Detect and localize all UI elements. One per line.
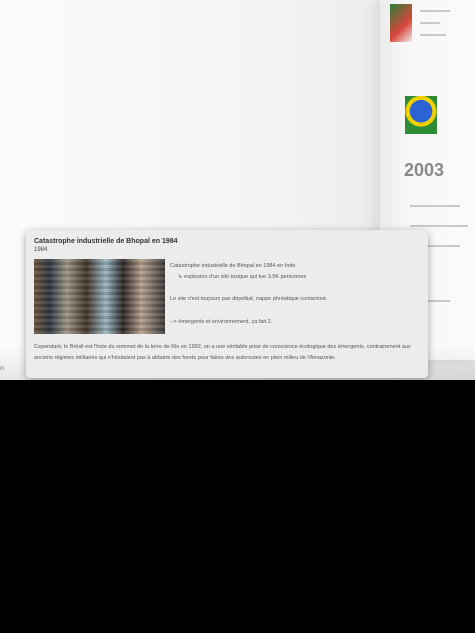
- card-line-3: Le site n'est toujours pas dépollué, nap…: [170, 296, 328, 302]
- background-text-line: [420, 22, 440, 24]
- background-year: 2003: [404, 160, 445, 180]
- left-edge-label: III: [0, 366, 5, 372]
- card-title: Catastrophe industrielle de Bhopal en 19…: [34, 238, 178, 245]
- card-line-1: Catastrophe industrielle de Bhopal en 19…: [170, 263, 297, 269]
- bhopal-photo: [34, 259, 165, 334]
- card-line-2: ↳ explosion d'un silo toxique qui tue 3.…: [178, 274, 307, 280]
- background-text-line: [410, 225, 468, 227]
- background-logo: [405, 96, 437, 134]
- card-year: 1984: [34, 247, 48, 253]
- card-line-4: --> émergents et environnement, ça fait …: [170, 319, 273, 325]
- preview-card[interactable]: Catastrophe industrielle de Bhopal en 19…: [26, 230, 428, 378]
- background-text-line: [410, 205, 460, 207]
- background-thumbnail: [390, 4, 412, 42]
- card-paragraph: Cependant, le Brésil est l'hote du somme…: [34, 344, 411, 361]
- background-text-line: [420, 34, 446, 36]
- background-text-line: [420, 10, 450, 12]
